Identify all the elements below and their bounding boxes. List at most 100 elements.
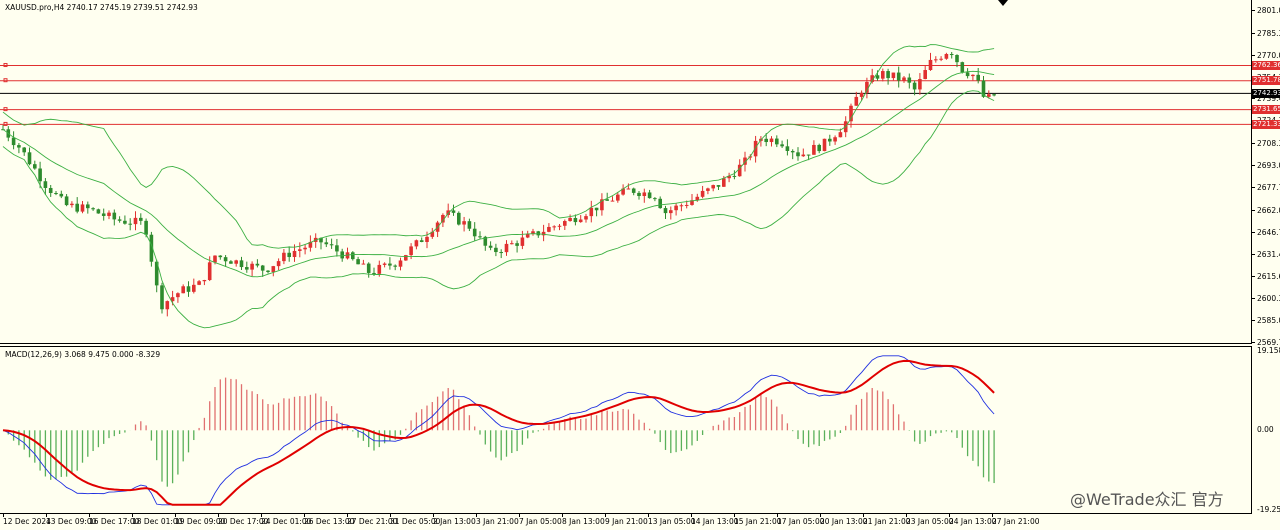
time-tick-label: 8 Jan 13:00 [562,517,605,526]
candle-body [631,188,636,193]
price-tick-label: 2708.35 [1257,139,1280,149]
candle-body [971,74,975,77]
price-chart-canvas[interactable] [0,0,1252,344]
time-tick-mark [132,514,133,517]
price-chart-pane[interactable]: XAUUSD.pro,H4 2740.17 2745.19 2739.51 27… [0,0,1252,344]
price-tick-label: 2646.70 [1257,227,1280,237]
time-tick-mark [820,514,821,517]
price-tick-mark [1252,320,1255,322]
time-tick-mark [519,514,520,517]
candle-body [139,217,143,221]
candle-body [775,138,779,145]
candle-body [340,251,344,259]
candle-body [292,250,297,258]
time-tick-label: 3 Jan 21:00 [476,517,519,526]
candle-body [828,138,832,142]
candle-body [70,203,74,206]
candle-body [594,207,599,211]
candle-body [711,185,715,189]
candle-body [250,263,254,270]
price-tick-mark [1252,186,1255,188]
price-tick-mark [1252,209,1255,211]
level-price-tag: 2762.36 [1252,61,1280,71]
time-tick-label: 2 Jan 13:00 [433,517,476,526]
candle-body [419,240,424,242]
candle-body [510,243,514,245]
candle-body [27,152,32,165]
price-tick-mark [1252,143,1255,145]
time-tick-mark [562,514,563,517]
candle-body [324,242,329,245]
candle-body [854,96,859,106]
candle-body [398,260,403,267]
candle-body [504,243,509,253]
candle-body [467,221,472,229]
candle-body [647,192,652,199]
candle-body [674,205,678,211]
candle-body [769,138,774,143]
candle-body [43,181,48,188]
candle-body [525,233,530,238]
candle-body [11,137,16,146]
level-price-tag: 2721.33 [1252,119,1280,129]
candle-body [38,168,42,182]
candle-body [356,259,360,265]
time-tick-mark [906,514,907,517]
candle-body [557,225,562,227]
candle-body [944,53,949,59]
candle-body [637,192,641,197]
candle-body [547,226,551,232]
time-tick-label: 17 Jan 05:00 [777,517,825,526]
candle-body [605,199,609,201]
price-tick-label: 2631.40 [1257,249,1280,259]
candles-group [1,52,996,317]
candle-body [923,70,927,80]
candle-body [642,192,647,197]
candle-body [515,243,519,246]
candle-body [536,231,541,236]
candle-body [796,152,800,157]
macd-pane[interactable]: MACD(12,26,9) 3.068 9.475 0.000 -8.329 [0,346,1252,514]
chart-shift-marker-icon[interactable] [998,0,1008,6]
time-tick-label: 12 Dec 2024 [3,517,51,526]
time-tick-mark [218,514,219,517]
macd-tick-label: -19.254 [1257,505,1280,514]
candle-body [992,94,996,96]
candle-body [822,138,827,152]
candle-body [584,216,588,220]
price-tick-mark [1252,32,1255,34]
time-tick-label: 14 Jan 13:00 [691,517,739,526]
candle-body [934,59,938,61]
price-tick-mark [1252,253,1255,255]
time-tick-mark [777,514,778,517]
candle-body [700,190,705,197]
candle-body [366,263,371,273]
candle-body [271,266,276,272]
candle-body [54,193,58,195]
level-price-tag: 2731.65 [1252,105,1280,115]
candle-body [80,204,85,212]
candle-body [716,185,721,187]
price-tick-label: 2785.30 [1257,28,1280,38]
price-tick-mark [1252,342,1255,343]
candle-body [706,188,710,191]
candle-body [616,194,620,201]
macd-canvas[interactable] [0,347,1252,514]
candle-body [578,219,583,223]
candle-body [806,154,811,156]
candle-body [176,293,180,298]
time-tick-mark [433,514,434,517]
candle-body [298,249,302,251]
candle-body [896,72,901,81]
time-tick-mark [949,514,950,517]
candle-body [859,92,864,97]
candle-body [573,217,578,223]
candle-body [669,210,673,214]
price-tick-label: 2693.05 [1257,161,1280,171]
candle-body [388,263,392,266]
candle-body [266,270,270,272]
macd-histogram [7,377,995,487]
time-tick-label: 15 Jan 21:00 [734,517,782,526]
candle-body [160,285,164,310]
candle-body [875,75,880,79]
